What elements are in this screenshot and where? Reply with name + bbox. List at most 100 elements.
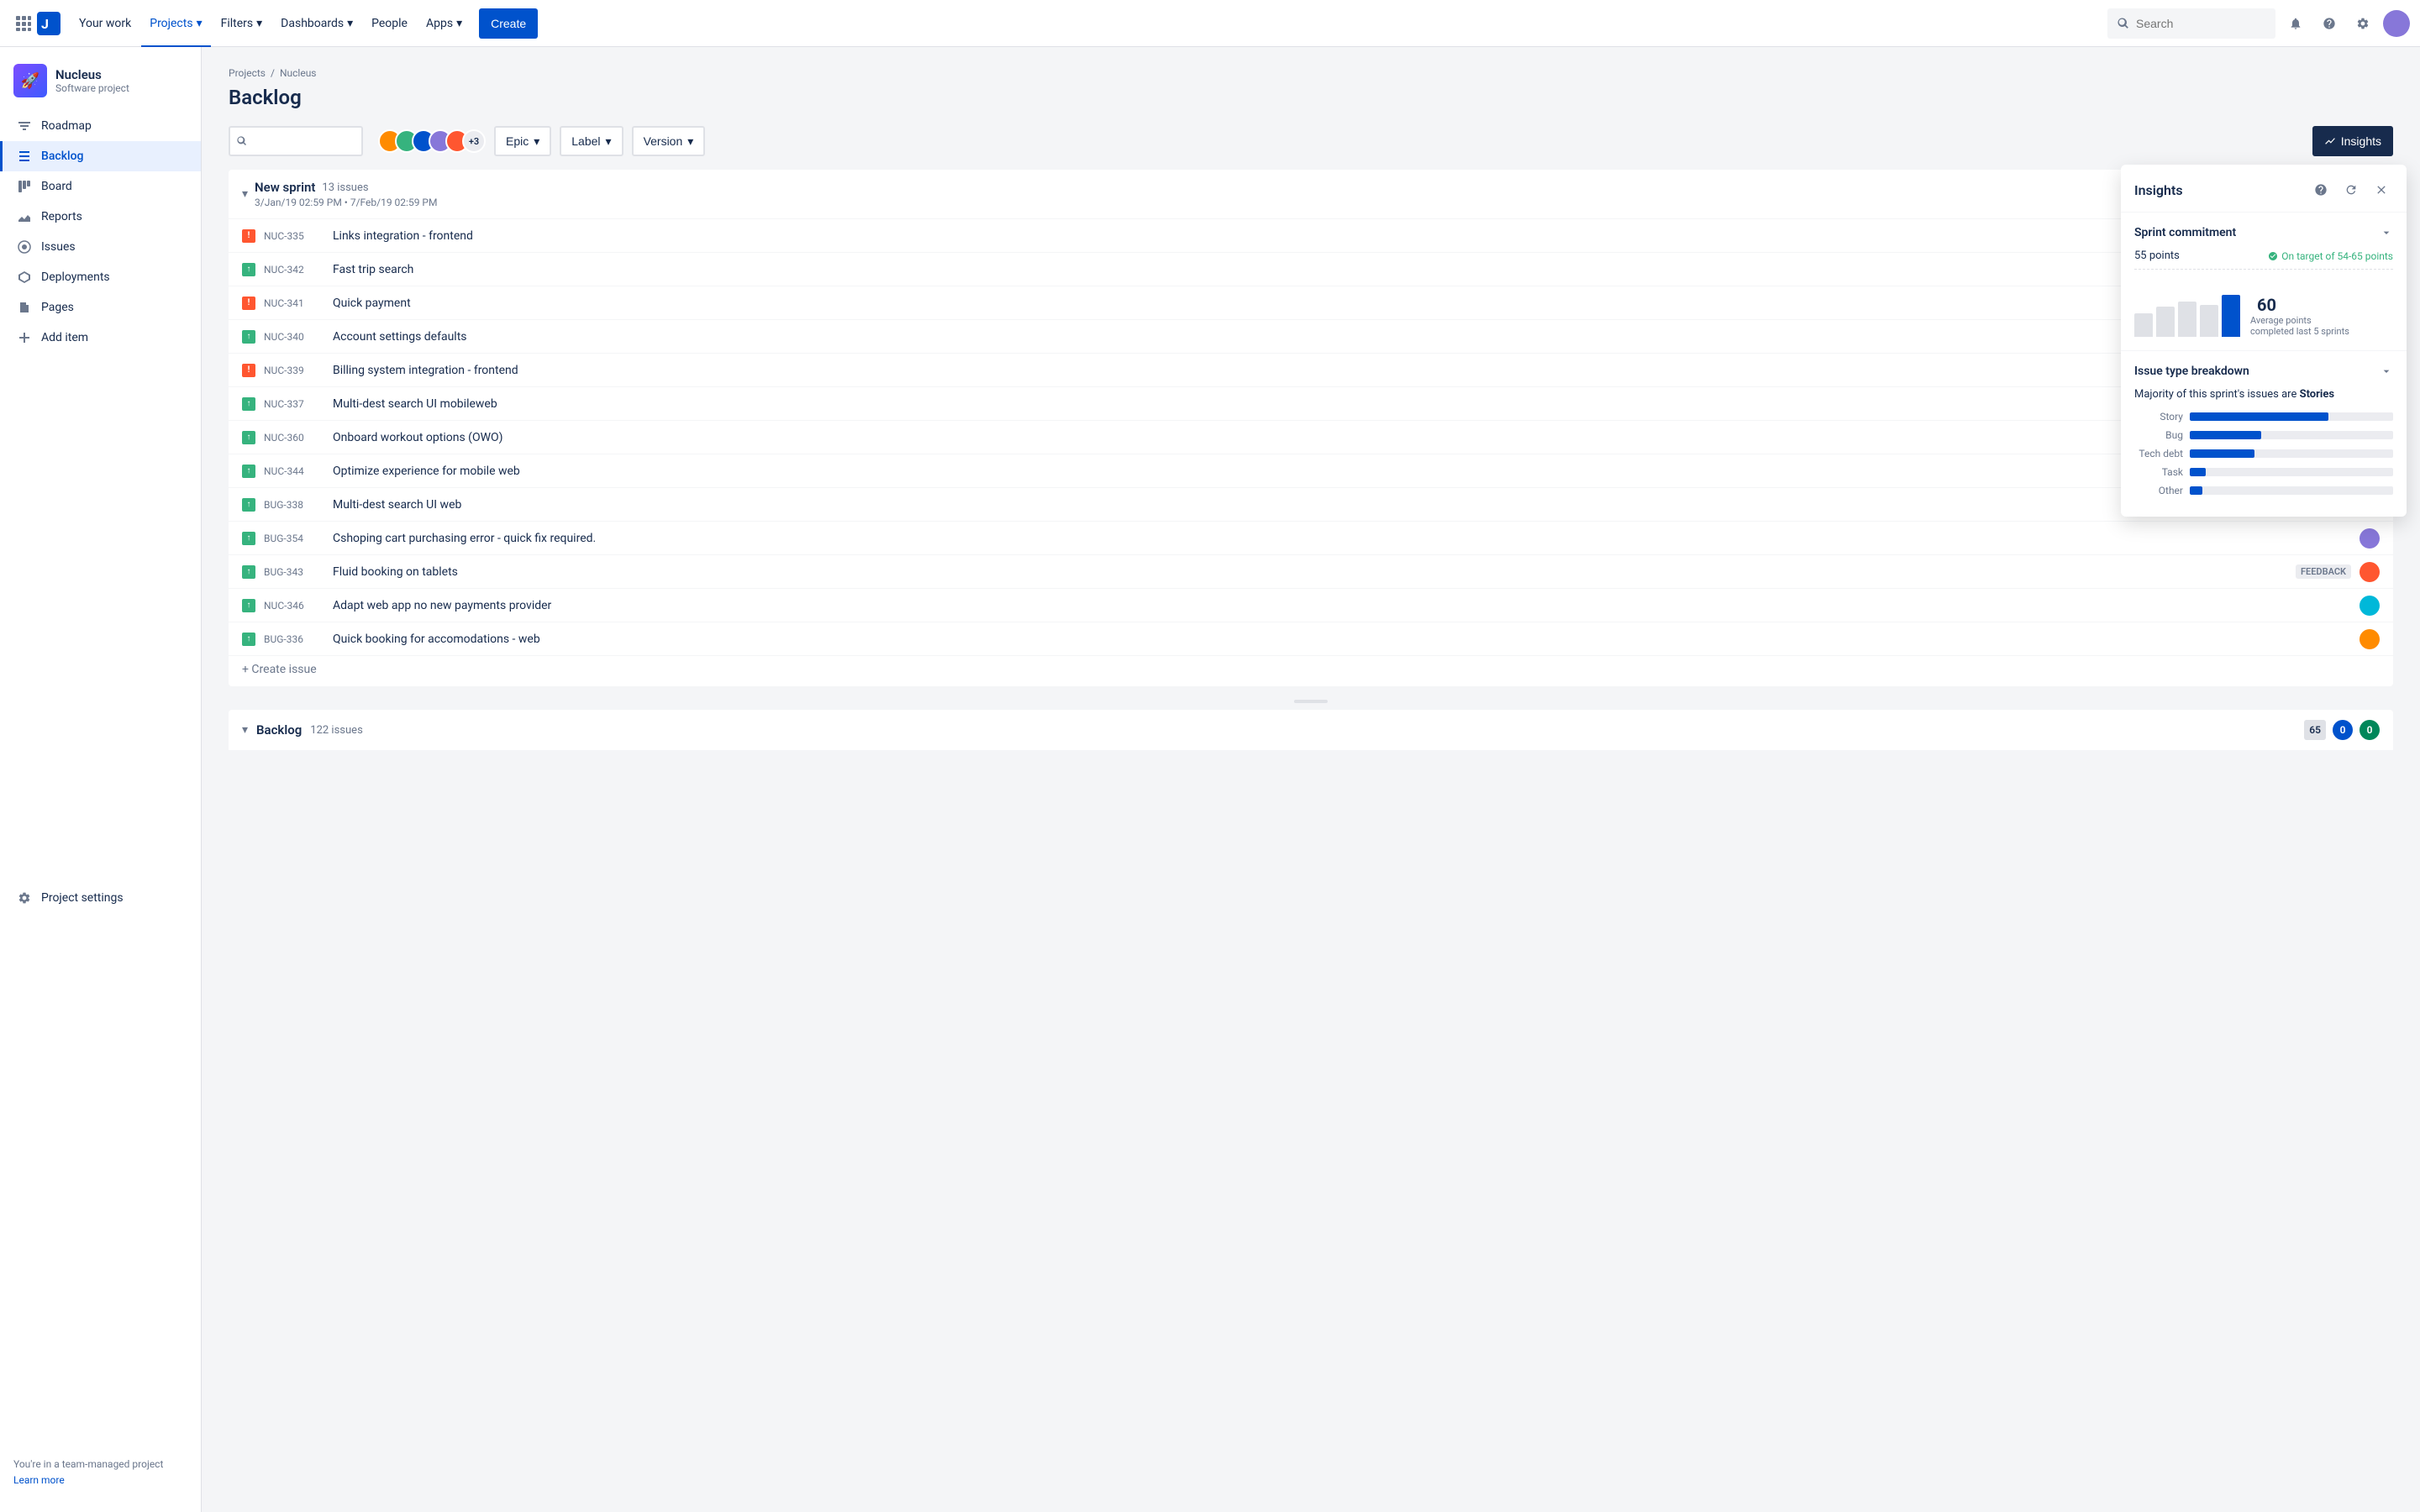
breakdown-bar-fill (2190, 468, 2206, 476)
grid-menu-icon[interactable] (10, 10, 37, 37)
issue-key: NUC-346 (264, 600, 324, 612)
sprint-header[interactable]: ▾ New sprint 13 issues 3/Jan/19 02:59 PM… (229, 170, 2393, 219)
issue-row[interactable]: ! NUC-339 Billing system integration - f… (229, 354, 2393, 387)
story-type-icon: ↑ (242, 599, 255, 612)
sidebar-item-issues[interactable]: Issues (0, 232, 201, 262)
insights-close-button[interactable] (2370, 178, 2393, 202)
breakdown-chevron-icon (2380, 365, 2393, 378)
sidebar: 🚀 Nucleus Software project Roadmap Backl… (0, 47, 202, 1512)
sidebar-item-roadmap[interactable]: Roadmap (0, 111, 201, 141)
issue-summary: Billing system integration - frontend (333, 364, 2351, 377)
reports-icon (16, 208, 33, 225)
breadcrumb-nucleus[interactable]: Nucleus (280, 67, 317, 79)
sidebar-item-pages[interactable]: Pages (0, 292, 201, 323)
backlog-search-input[interactable] (252, 134, 336, 148)
breakdown-bar-bg (2190, 468, 2393, 476)
issue-row[interactable]: ↑ BUG-336 Quick booking for accomodation… (229, 622, 2393, 656)
avg-label-text: Average points (2250, 315, 2349, 326)
search-input[interactable] (2136, 17, 2254, 30)
bar-fill (2134, 313, 2153, 337)
project-header[interactable]: 🚀 Nucleus Software project (0, 57, 201, 111)
issue-row[interactable]: ↑ BUG-338 Multi-dest search UI web ACCOU… (229, 488, 2393, 522)
sprint-bar (2156, 307, 2175, 337)
issue-key: NUC-337 (264, 398, 324, 410)
epic-filter[interactable]: Epic ▾ (494, 126, 551, 156)
breakdown-row: Other (2134, 485, 2393, 496)
dashed-divider (2134, 269, 2393, 270)
project-settings-icon (16, 890, 33, 906)
backlog-search[interactable] (229, 126, 363, 156)
issue-row[interactable]: ↑ NUC-342 Fast trip search ACCOUNTS (229, 253, 2393, 286)
breakdown-row: Story (2134, 411, 2393, 423)
issue-row[interactable]: ↑ NUC-360 Onboard workout options (OWO) … (229, 421, 2393, 454)
divider[interactable] (229, 693, 2393, 710)
version-filter[interactable]: Version ▾ (632, 126, 706, 156)
project-type: Software project (55, 82, 129, 94)
breakdown-bar-fill (2190, 431, 2261, 439)
sidebar-item-project-settings[interactable]: Project settings (0, 883, 201, 913)
more-avatars[interactable]: +3 (462, 129, 486, 153)
issue-summary: Fluid booking on tablets (333, 565, 2287, 579)
filters-nav[interactable]: Filters ▾ (213, 7, 271, 40)
label-filter[interactable]: Label ▾ (560, 126, 623, 156)
sidebar-item-deployments[interactable]: Deployments (0, 262, 201, 292)
people-nav[interactable]: People (363, 7, 416, 40)
story-type-icon: ↑ (242, 330, 255, 344)
user-avatar[interactable] (2383, 10, 2410, 37)
breakdown-bar-bg (2190, 449, 2393, 458)
breakdown-type-label: Bug (2134, 429, 2183, 441)
project-name: Nucleus (55, 67, 129, 82)
issue-summary: Links integration - frontend (333, 229, 2299, 243)
create-issue-row[interactable]: + Create issue (229, 656, 2393, 686)
issue-list: ! NUC-335 Links integration - frontend B… (229, 219, 2393, 656)
notifications-button[interactable] (2282, 10, 2309, 37)
insights-help-button[interactable] (2309, 178, 2333, 202)
help-button[interactable] (2316, 10, 2343, 37)
jira-logo[interactable]: J (37, 12, 60, 35)
issue-row[interactable]: ↑ BUG-343 Fluid booking on tablets FEEDB… (229, 555, 2393, 589)
issue-summary: Fast trip search (333, 263, 2285, 276)
insights-button[interactable]: Insights (2312, 126, 2393, 156)
bug-type-icon: ! (242, 229, 255, 243)
settings-button[interactable] (2349, 10, 2376, 37)
create-button[interactable]: Create (479, 8, 538, 39)
issue-row[interactable]: ↑ BUG-354 Cshoping cart purchasing error… (229, 522, 2393, 555)
bar-fill (2156, 307, 2175, 337)
sidebar-item-add-item[interactable]: Add item (0, 323, 201, 353)
your-work-nav[interactable]: Your work (71, 7, 139, 40)
breadcrumb-projects[interactable]: Projects (229, 67, 266, 79)
issue-row[interactable]: ↑ NUC-346 Adapt web app no new payments … (229, 589, 2393, 622)
breakdown-bar-bg (2190, 431, 2393, 439)
backlog-section-header[interactable]: ▾ Backlog 122 issues 65 0 0 (229, 710, 2393, 750)
insights-panel-title: Insights (2134, 182, 2183, 198)
learn-more-link[interactable]: Learn more (13, 1474, 65, 1486)
issue-key: NUC-335 (264, 230, 324, 242)
issue-row[interactable]: ! NUC-335 Links integration - frontend B… (229, 219, 2393, 253)
issue-row[interactable]: ↑ NUC-340 Account settings defaults ACCO… (229, 320, 2393, 354)
issue-key: BUG-338 (264, 499, 324, 511)
sidebar-item-reports[interactable]: Reports (0, 202, 201, 232)
insights-refresh-button[interactable] (2339, 178, 2363, 202)
issue-row[interactable]: ! NUC-341 Quick payment FEEDBACK (229, 286, 2393, 320)
sprint-points-label: 55 points (2134, 249, 2180, 262)
commitment-chevron-icon (2380, 226, 2393, 239)
bug-type-icon: ! (242, 297, 255, 310)
issue-breakdown-section: Issue type breakdown Majority of this sp… (2121, 351, 2407, 517)
search-box[interactable] (2107, 8, 2275, 39)
pages-icon (16, 299, 33, 316)
backlog-open-badge: 0 (2333, 720, 2353, 740)
issue-row[interactable]: ↑ NUC-344 Optimize experience for mobile… (229, 454, 2393, 488)
apps-nav[interactable]: Apps ▾ (418, 7, 471, 40)
issue-avatar (2360, 528, 2380, 549)
dashboards-nav[interactable]: Dashboards ▾ (272, 7, 361, 40)
app-layout: 🚀 Nucleus Software project Roadmap Backl… (0, 47, 2420, 1512)
breakdown-subtitle: Majority of this sprint's issues are Sto… (2134, 388, 2393, 401)
insights-panel: Insights Sprint commitment (2121, 165, 2407, 517)
issue-row[interactable]: ↑ NUC-337 Multi-dest search UI mobileweb… (229, 387, 2393, 421)
sprint-bar (2200, 305, 2218, 337)
sidebar-item-board[interactable]: Board (0, 171, 201, 202)
sprint-bar (2178, 302, 2196, 337)
projects-nav[interactable]: Projects ▾ (141, 7, 210, 40)
sidebar-item-backlog[interactable]: Backlog (0, 141, 201, 171)
search-icon (2118, 18, 2129, 29)
